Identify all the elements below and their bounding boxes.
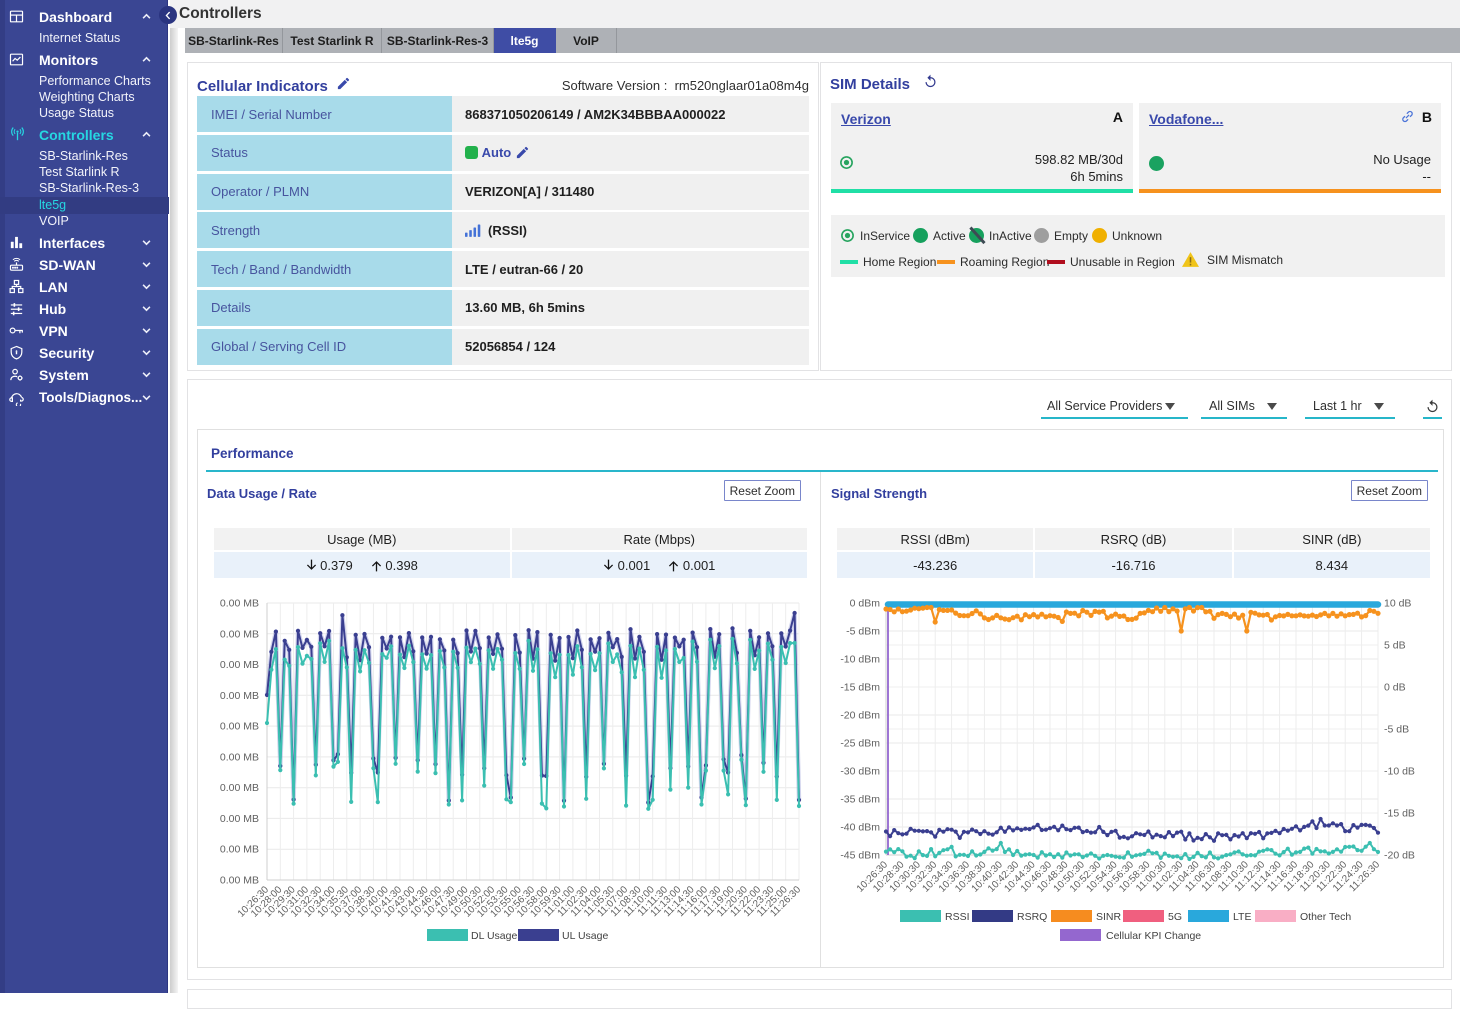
svg-text:-20 dB: -20 dB xyxy=(1384,850,1415,862)
svg-text:0.00 MB: 0.00 MB xyxy=(220,751,259,763)
svg-text:SINR: SINR xyxy=(1096,911,1122,923)
svg-text:LTE: LTE xyxy=(1233,911,1251,923)
svg-text:-40 dBm: -40 dBm xyxy=(840,822,880,834)
svg-text:10 dB: 10 dB xyxy=(1384,598,1411,610)
svg-text:0.00 MB: 0.00 MB xyxy=(220,628,259,640)
svg-text:RSRQ: RSRQ xyxy=(1017,911,1047,923)
svg-text:0.00 MB: 0.00 MB xyxy=(220,782,259,794)
svg-text:RSSI: RSSI xyxy=(945,911,970,923)
svg-text:-15 dB: -15 dB xyxy=(1384,808,1415,820)
svg-text:DL Usage: DL Usage xyxy=(471,930,517,942)
svg-text:-35 dBm: -35 dBm xyxy=(840,794,880,806)
svg-text:0.00 MB: 0.00 MB xyxy=(220,598,259,610)
svg-text:Other Tech: Other Tech xyxy=(1300,911,1351,923)
svg-text:-10 dB: -10 dB xyxy=(1384,766,1415,778)
svg-text:UL Usage: UL Usage xyxy=(562,930,608,942)
svg-text:-45 dBm: -45 dBm xyxy=(840,850,880,862)
svg-text:0.00 MB: 0.00 MB xyxy=(220,813,259,825)
svg-text:0.00 MB: 0.00 MB xyxy=(220,690,259,702)
svg-text:0 dB: 0 dB xyxy=(1384,682,1406,694)
svg-text:-25 dBm: -25 dBm xyxy=(840,738,880,750)
svg-text:0.00 MB: 0.00 MB xyxy=(220,721,259,733)
svg-text:-5 dBm: -5 dBm xyxy=(846,626,880,638)
svg-text:5 dB: 5 dB xyxy=(1384,640,1406,652)
svg-text:5G: 5G xyxy=(1168,911,1182,923)
svg-text:0.00 MB: 0.00 MB xyxy=(220,844,259,856)
svg-text:-30 dBm: -30 dBm xyxy=(840,766,880,778)
svg-text:-5 dB: -5 dB xyxy=(1384,724,1409,736)
svg-text:-10 dBm: -10 dBm xyxy=(840,654,880,666)
svg-text:0.00 MB: 0.00 MB xyxy=(220,659,259,671)
svg-text:-20 dBm: -20 dBm xyxy=(840,710,880,722)
svg-text:-15 dBm: -15 dBm xyxy=(840,682,880,694)
svg-text:0.00 MB: 0.00 MB xyxy=(220,875,259,887)
svg-text:0 dBm: 0 dBm xyxy=(850,598,881,610)
svg-text:Cellular KPI Change: Cellular KPI Change xyxy=(1106,930,1201,942)
